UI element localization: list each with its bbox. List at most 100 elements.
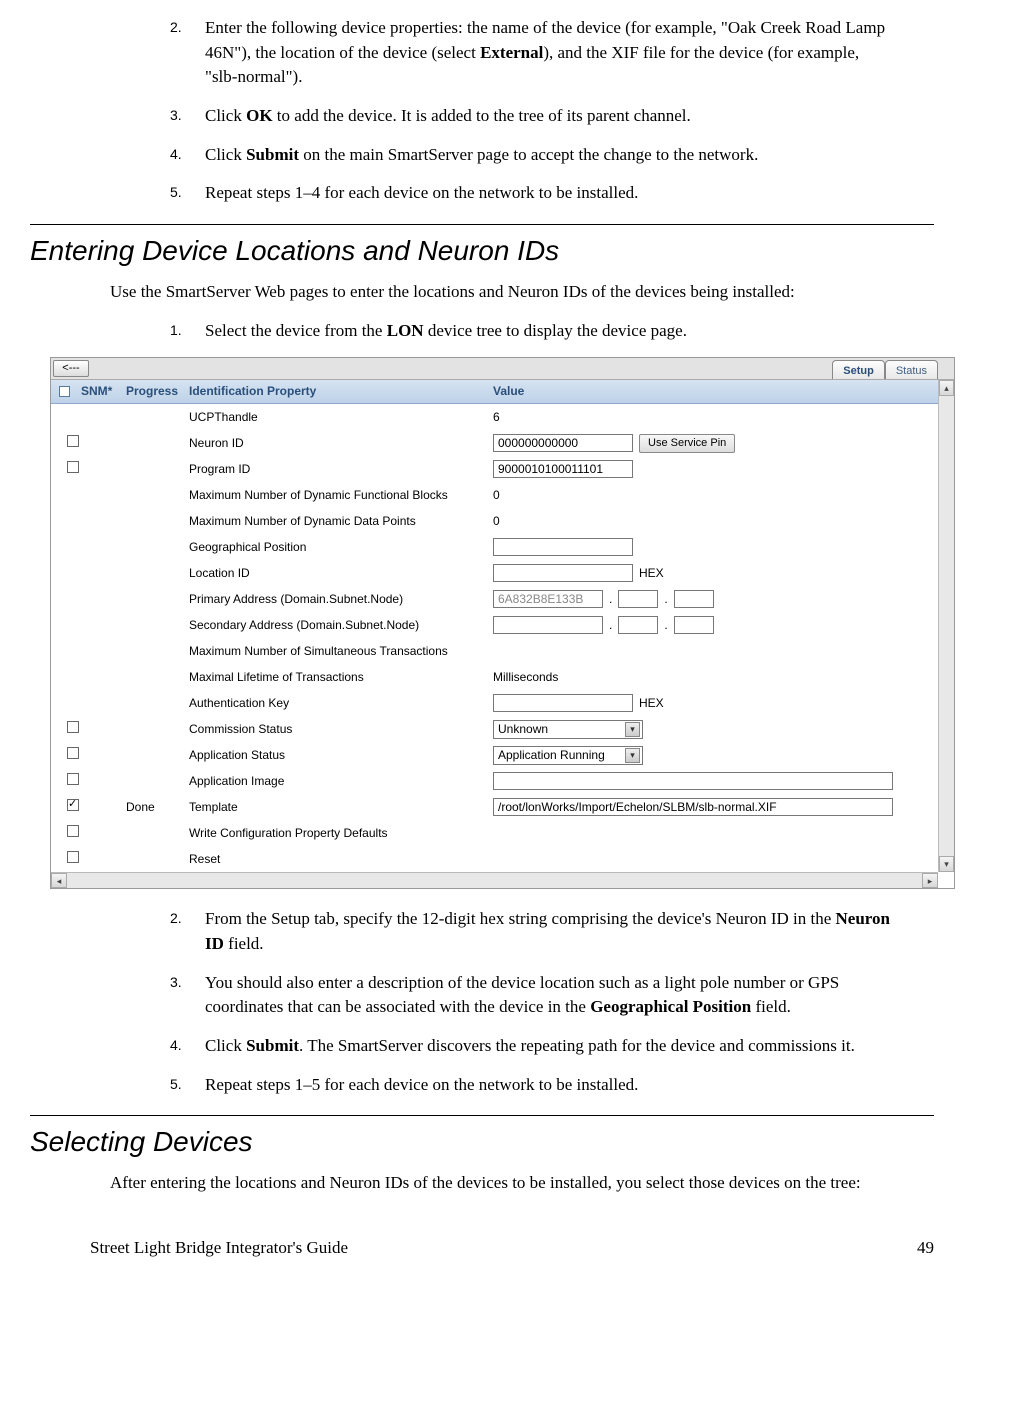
- col-progress: Progress: [126, 383, 189, 400]
- step-text: Click Submit. The SmartServer discovers …: [205, 1034, 934, 1059]
- property-label: Commission Status: [189, 721, 489, 738]
- row-checkbox[interactable]: [67, 435, 79, 447]
- value-cell: HEX: [489, 564, 938, 582]
- value-cell: 0: [489, 487, 938, 504]
- static-value: 6: [493, 409, 500, 426]
- step-4: 4. Click Submit on the main SmartServer …: [170, 143, 934, 168]
- value-input[interactable]: [493, 460, 633, 478]
- use-service-pin-button[interactable]: Use Service Pin: [639, 434, 735, 453]
- chevron-down-icon: [625, 722, 640, 737]
- step-4b: 4. Click Submit. The SmartServer discove…: [170, 1034, 934, 1059]
- row-checkbox[interactable]: [67, 773, 79, 785]
- node-input[interactable]: [674, 590, 714, 608]
- step-number: 5.: [170, 1073, 205, 1098]
- value-input[interactable]: [493, 798, 893, 816]
- value-cell: [489, 538, 938, 556]
- value-input[interactable]: [493, 564, 633, 582]
- value-cell: HEX: [489, 694, 938, 712]
- step-text: Click OK to add the device. It is added …: [205, 104, 934, 129]
- subnet-input[interactable]: [618, 616, 658, 634]
- scroll-left-icon[interactable]: ◂: [51, 873, 67, 888]
- steps-block-1: 2. Enter the following device properties…: [90, 16, 934, 206]
- property-label: Application Image: [189, 773, 489, 790]
- table-row: Geographical Position: [51, 534, 938, 560]
- property-label: Maximum Number of Dynamic Data Points: [189, 513, 489, 530]
- property-label: UCPThandle: [189, 409, 489, 426]
- chevron-down-icon: [625, 748, 640, 763]
- row-checkbox[interactable]: [67, 461, 79, 473]
- step-text: Click Submit on the main SmartServer pag…: [205, 143, 934, 168]
- step-number: 2.: [170, 16, 205, 90]
- row-checkbox[interactable]: [67, 825, 79, 837]
- steps-block-2: 2. From the Setup tab, specify the 12-di…: [90, 907, 934, 1097]
- step-text: Repeat steps 1–5 for each device on the …: [205, 1073, 934, 1098]
- domain-input[interactable]: [493, 616, 603, 634]
- tab-status[interactable]: Status: [885, 360, 938, 379]
- page-number: 49: [917, 1236, 934, 1260]
- table-header: SNM* Progress Identification Property Va…: [51, 380, 954, 404]
- table-row: Application StatusApplication Running: [51, 742, 938, 768]
- step-number: 2.: [170, 907, 205, 956]
- progress-text: Done: [126, 799, 189, 816]
- section-heading-selecting: Selecting Devices: [30, 1115, 934, 1161]
- value-select[interactable]: Application Running: [493, 746, 643, 765]
- col-snm: SNM*: [81, 383, 126, 400]
- property-label: Application Status: [189, 747, 489, 764]
- table-row: Commission StatusUnknown: [51, 716, 938, 742]
- value-select[interactable]: Unknown: [493, 720, 643, 739]
- value-input[interactable]: [493, 772, 893, 790]
- property-label: Program ID: [189, 461, 489, 478]
- value-input[interactable]: [493, 694, 633, 712]
- row-checkbox[interactable]: [67, 721, 79, 733]
- row-checkbox[interactable]: [67, 799, 79, 811]
- value-cell: Use Service Pin: [489, 434, 938, 453]
- step-number: 5.: [170, 181, 205, 206]
- node-input[interactable]: [674, 616, 714, 634]
- table-row: Authentication Key HEX: [51, 690, 938, 716]
- step-3b: 3. You should also enter a description o…: [170, 971, 934, 1020]
- value-input[interactable]: [493, 538, 633, 556]
- table-row: Application Image: [51, 768, 938, 794]
- hex-label: HEX: [639, 695, 664, 712]
- value-cell: Milliseconds: [489, 669, 938, 686]
- table-row: Primary Address (Domain.Subnet.Node)..: [51, 586, 938, 612]
- table-row: Secondary Address (Domain.Subnet.Node)..: [51, 612, 938, 638]
- property-label: Maximal Lifetime of Transactions: [189, 669, 489, 686]
- device-page-screenshot: <--- Setup Status SNM* Progress Identifi…: [50, 357, 955, 889]
- step-number: 4.: [170, 143, 205, 168]
- property-label: Maximum Number of Simultaneous Transacti…: [189, 643, 489, 660]
- row-checkbox[interactable]: [67, 747, 79, 759]
- section-body: Use the SmartServer Web pages to enter t…: [110, 280, 934, 305]
- section-body-2: After entering the locations and Neuron …: [110, 1171, 934, 1196]
- horizontal-scrollbar[interactable]: ◂ ▸: [51, 872, 938, 888]
- step-3: 3. Click OK to add the device. It is add…: [170, 104, 934, 129]
- step-select-device: 1. Select the device from the LON device…: [170, 319, 934, 344]
- step-2: 2. Enter the following device properties…: [170, 16, 934, 90]
- table-row: Reset: [51, 846, 938, 872]
- scroll-down-icon[interactable]: ▾: [939, 856, 954, 872]
- static-value: 0: [493, 487, 500, 504]
- value-cell: [489, 772, 938, 790]
- value-input[interactable]: [493, 434, 633, 452]
- step-5: 5. Repeat steps 1–4 for each device on t…: [170, 181, 934, 206]
- back-button[interactable]: <---: [53, 360, 89, 377]
- step-number: 3.: [170, 971, 205, 1020]
- scroll-right-icon[interactable]: ▸: [922, 873, 938, 888]
- step-text: Select the device from the LON device tr…: [205, 319, 934, 344]
- subnet-input[interactable]: [618, 590, 658, 608]
- step-5b: 5. Repeat steps 1–5 for each device on t…: [170, 1073, 934, 1098]
- col-identification-property: Identification Property: [189, 383, 489, 400]
- property-label: Write Configuration Property Defaults: [189, 825, 489, 842]
- vertical-scrollbar[interactable]: ▴ ▾: [938, 380, 954, 872]
- row-checkbox[interactable]: [67, 851, 79, 863]
- property-label: Maximum Number of Dynamic Functional Blo…: [189, 487, 489, 504]
- step-text: You should also enter a description of t…: [205, 971, 934, 1020]
- property-label: Authentication Key: [189, 695, 489, 712]
- tab-setup[interactable]: Setup: [832, 360, 885, 379]
- scroll-up-icon[interactable]: ▴: [939, 380, 954, 396]
- select-all-checkbox[interactable]: [59, 386, 70, 397]
- domain-input[interactable]: [493, 590, 603, 608]
- table-row: Write Configuration Property Defaults: [51, 820, 938, 846]
- table-row: Maximum Number of Dynamic Functional Blo…: [51, 482, 938, 508]
- value-cell: [489, 798, 938, 816]
